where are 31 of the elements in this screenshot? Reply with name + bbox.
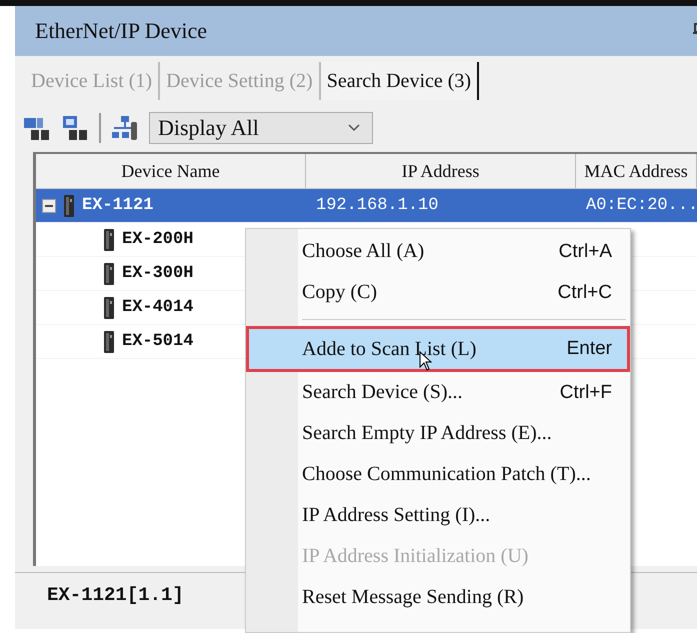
display-filter-dropdown[interactable]: Display All [149, 112, 373, 144]
panel-title: EtherNet/IP Device [35, 18, 208, 44]
menu-item[interactable]: Adde to Scan List (L) Enter [246, 326, 630, 372]
device-name: EX-5014 [122, 332, 194, 351]
menu-item[interactable]: IP Address Setting (I)... [246, 495, 630, 536]
mac-address: A0:EC:20... [585, 196, 697, 215]
tree-row[interactable]: EX-1121 192.168.1.10 A0:EC:20... [36, 189, 697, 223]
column-header[interactable]: IP Address [306, 154, 576, 188]
device-icon [104, 262, 114, 284]
menu-item[interactable]: Search Device (S)... Ctrl+F [246, 372, 630, 413]
device-name: EX-4014 [122, 298, 194, 317]
status-text: EX-1121[1.1] [47, 584, 184, 606]
device-name: EX-300H [122, 264, 194, 283]
device-icon [104, 330, 114, 352]
column-header[interactable]: MAC Address [576, 154, 697, 188]
ip-address: 192.168.1.10 [315, 196, 440, 215]
column-header[interactable]: Device Name [36, 154, 306, 188]
menu-item[interactable]: Search Empty IP Address (E)... [246, 413, 630, 454]
network-tool-icon[interactable] [111, 114, 139, 142]
menu-item[interactable]: Choose Communication Patch (T)... [246, 454, 630, 495]
chevron-down-icon [348, 124, 360, 132]
collapse-icon[interactable] [42, 198, 56, 212]
menu-item[interactable]: Copy (C) Ctrl+C [246, 272, 630, 313]
device-icon [104, 228, 114, 250]
device-name: EX-200H [122, 230, 194, 249]
menu-item[interactable]: Reset Message Sending (R) [246, 577, 630, 618]
device-name: EX-1121 [82, 196, 154, 215]
menu-item[interactable]: Choose All (A) Ctrl+A [246, 231, 630, 272]
device-icon [64, 194, 74, 216]
ip-search-icon[interactable] [61, 114, 89, 142]
device-icon [104, 296, 114, 318]
